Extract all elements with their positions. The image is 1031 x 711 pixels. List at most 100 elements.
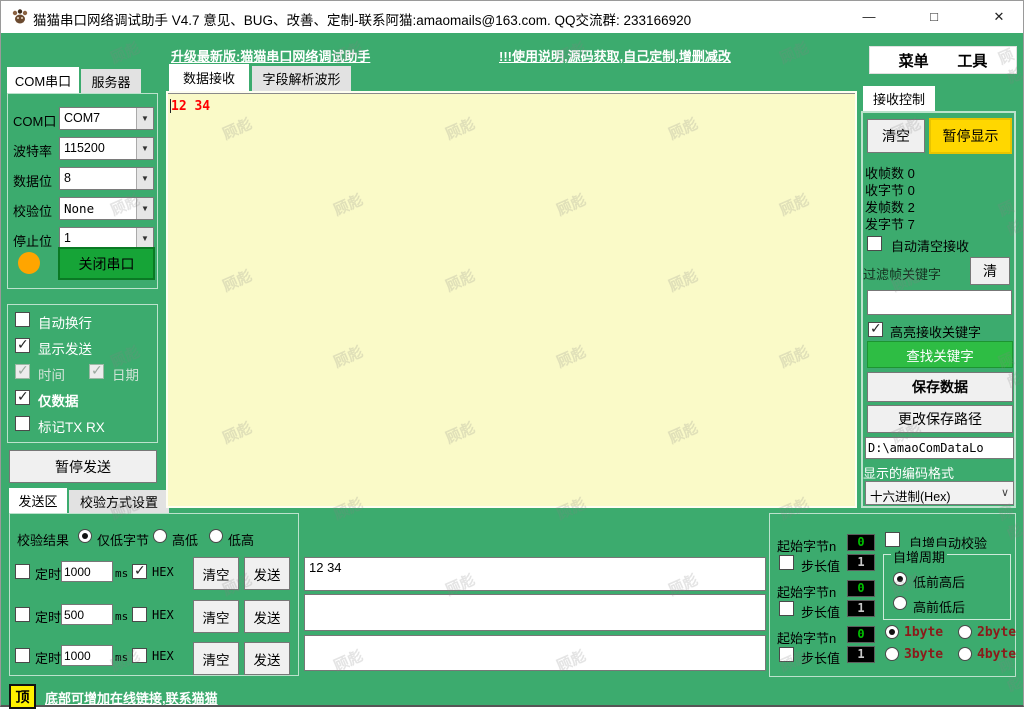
checksum-lowbyte-radio[interactable] [78, 529, 92, 543]
parity-select[interactable]: None ▼ [59, 197, 154, 220]
show-send-checkbox[interactable] [15, 336, 30, 353]
chevron-down-icon[interactable]: ▼ [136, 198, 153, 219]
byte3-label: 3byte [904, 647, 944, 662]
com-port-select[interactable]: COM7 ▼ [59, 107, 154, 130]
step3-checkbox[interactable] [779, 647, 794, 662]
date-label: 日期 [112, 368, 139, 383]
auto-clear-label: 自动清空接收 [891, 239, 970, 254]
timer1-interval-input[interactable] [61, 561, 113, 582]
clear1-button[interactable]: 清空 [193, 557, 239, 590]
timer3-label: 定时 [35, 651, 62, 666]
clear3-button[interactable]: 清空 [193, 642, 239, 675]
time-checkbox[interactable] [15, 362, 30, 379]
baudrate-select[interactable]: 115200 ▼ [59, 137, 154, 160]
data-only-checkbox[interactable] [15, 388, 30, 405]
tab-data-receive[interactable]: 数据接收 [169, 64, 249, 91]
auto-newline-checkbox[interactable] [15, 312, 30, 327]
send3-input[interactable] [304, 635, 766, 671]
filter-keyword-label: 过滤帧关键字 [863, 267, 942, 282]
receive-display[interactable]: 12 34 [166, 91, 857, 508]
checksum-lowhigh-radio[interactable] [209, 529, 223, 543]
upgrade-link[interactable]: 升级最新版:猫猫串口网络调试助手 [171, 46, 370, 65]
parity-value: None [64, 201, 95, 216]
step1-value[interactable]: 1 [847, 554, 875, 571]
filter-keyword-input[interactable] [867, 290, 1012, 315]
timer2-checkbox[interactable] [15, 607, 30, 622]
close-button[interactable]: ✕ [982, 5, 1016, 29]
timer3-interval-input[interactable] [61, 645, 113, 666]
send1-input[interactable] [304, 557, 766, 591]
hex2-checkbox[interactable] [132, 607, 147, 622]
tab-receive-control[interactable]: 接收控制 [863, 86, 935, 111]
close-serial-button[interactable]: 关闭串口 [58, 247, 155, 280]
receive-text: 12 34 [171, 99, 211, 114]
menu-item-tools[interactable]: 工具 [957, 50, 987, 71]
step3-value[interactable]: 1 [847, 646, 875, 663]
high-first-radio[interactable] [893, 596, 907, 610]
byte1-radio[interactable] [885, 625, 899, 639]
send2-button[interactable]: 发送 [244, 600, 290, 633]
pause-display-button[interactable]: 暂停显示 [929, 118, 1012, 154]
save-path-field[interactable]: D:\amaoComDataLo [865, 437, 1014, 459]
top-button[interactable]: 顶 [9, 684, 36, 709]
send3-button[interactable]: 发送 [244, 642, 290, 675]
maximize-button[interactable]: □ [917, 5, 951, 29]
change-save-path-button[interactable]: 更改保存路径 [867, 405, 1013, 433]
timer2-interval-input[interactable] [61, 604, 113, 625]
menu-item-menu[interactable]: 菜单 [899, 50, 929, 71]
tab-field-waveform[interactable]: 字段解析波形 [252, 66, 351, 91]
step1-checkbox[interactable] [779, 555, 794, 570]
chevron-down-icon[interactable]: ▼ [136, 108, 153, 129]
byte3-radio[interactable] [885, 647, 899, 661]
start-byte3-value[interactable]: 0 [847, 626, 875, 643]
chevron-down-icon[interactable]: ∨ [1001, 486, 1009, 499]
clear-receive-button[interactable]: 清空 [867, 119, 925, 153]
auto-clear-checkbox[interactable] [867, 236, 882, 251]
auto-increment-check-checkbox[interactable] [885, 532, 900, 547]
help-link[interactable]: !!!使用说明,源码获取,自己定制,增删减改 [499, 46, 731, 65]
tab-com-serial[interactable]: COM串口 [7, 67, 79, 93]
byte2-radio[interactable] [958, 625, 972, 639]
start-byte1-value[interactable]: 0 [847, 534, 875, 551]
checksum-highlow-label: 高低 [172, 533, 199, 548]
baudrate-value: 115200 [64, 141, 105, 155]
increment-cycle-label: 自增周期 [891, 547, 948, 566]
encoding-format-label: 显示的编码格式 [863, 466, 955, 481]
databits-label: 数据位 [13, 174, 53, 189]
encoding-select[interactable]: 十六进制(Hex) ∨ [865, 481, 1014, 505]
checksum-highlow-radio[interactable] [153, 529, 167, 543]
hex3-checkbox[interactable] [132, 648, 147, 663]
step2-checkbox[interactable] [779, 601, 794, 616]
find-keyword-button[interactable]: 查找关键字 [867, 341, 1013, 368]
save-data-button[interactable]: 保存数据 [867, 372, 1013, 402]
mark-txrx-checkbox[interactable] [15, 416, 30, 431]
send1-button[interactable]: 发送 [244, 557, 290, 590]
pause-send-button[interactable]: 暂停发送 [9, 450, 157, 483]
chevron-down-icon[interactable]: ▼ [136, 228, 153, 249]
databits-select[interactable]: 8 ▼ [59, 167, 154, 190]
date-checkbox[interactable] [89, 362, 104, 379]
send2-input[interactable] [304, 594, 766, 631]
filter-clear-button[interactable]: 清 [970, 257, 1010, 285]
tab-send-zone[interactable]: 发送区 [9, 488, 67, 513]
byte4-radio[interactable] [958, 647, 972, 661]
tab-checksum-settings[interactable]: 校验方式设置 [69, 490, 169, 513]
minimize-button[interactable]: — [852, 5, 886, 29]
highlight-keyword-checkbox[interactable] [868, 320, 883, 337]
footer-link[interactable]: 底部可增加在线链接,联系猫猫 [45, 688, 218, 707]
byte2-label: 2byte [977, 625, 1017, 640]
timer3-checkbox[interactable] [15, 648, 30, 663]
low-first-radio[interactable] [893, 572, 907, 586]
encoding-value: 十六进制(Hex) [870, 490, 951, 504]
chevron-down-icon[interactable]: ▼ [136, 138, 153, 159]
step2-value[interactable]: 1 [847, 600, 875, 617]
chevron-down-icon[interactable]: ▼ [136, 168, 153, 189]
hex1-checkbox[interactable] [132, 562, 147, 579]
tab-server[interactable]: 服务器 [81, 69, 141, 93]
timer1-checkbox[interactable] [15, 564, 30, 579]
com-port-label: COM口 [13, 114, 57, 129]
clear2-button[interactable]: 清空 [193, 600, 239, 633]
start-byte2-value[interactable]: 0 [847, 580, 875, 597]
app-window: 猫猫串口网络调试助手 V4.7 意见、BUG、改善、定制-联系阿猫:amaoma… [0, 0, 1024, 709]
start-byte3-label: 起始字节n [777, 631, 837, 646]
